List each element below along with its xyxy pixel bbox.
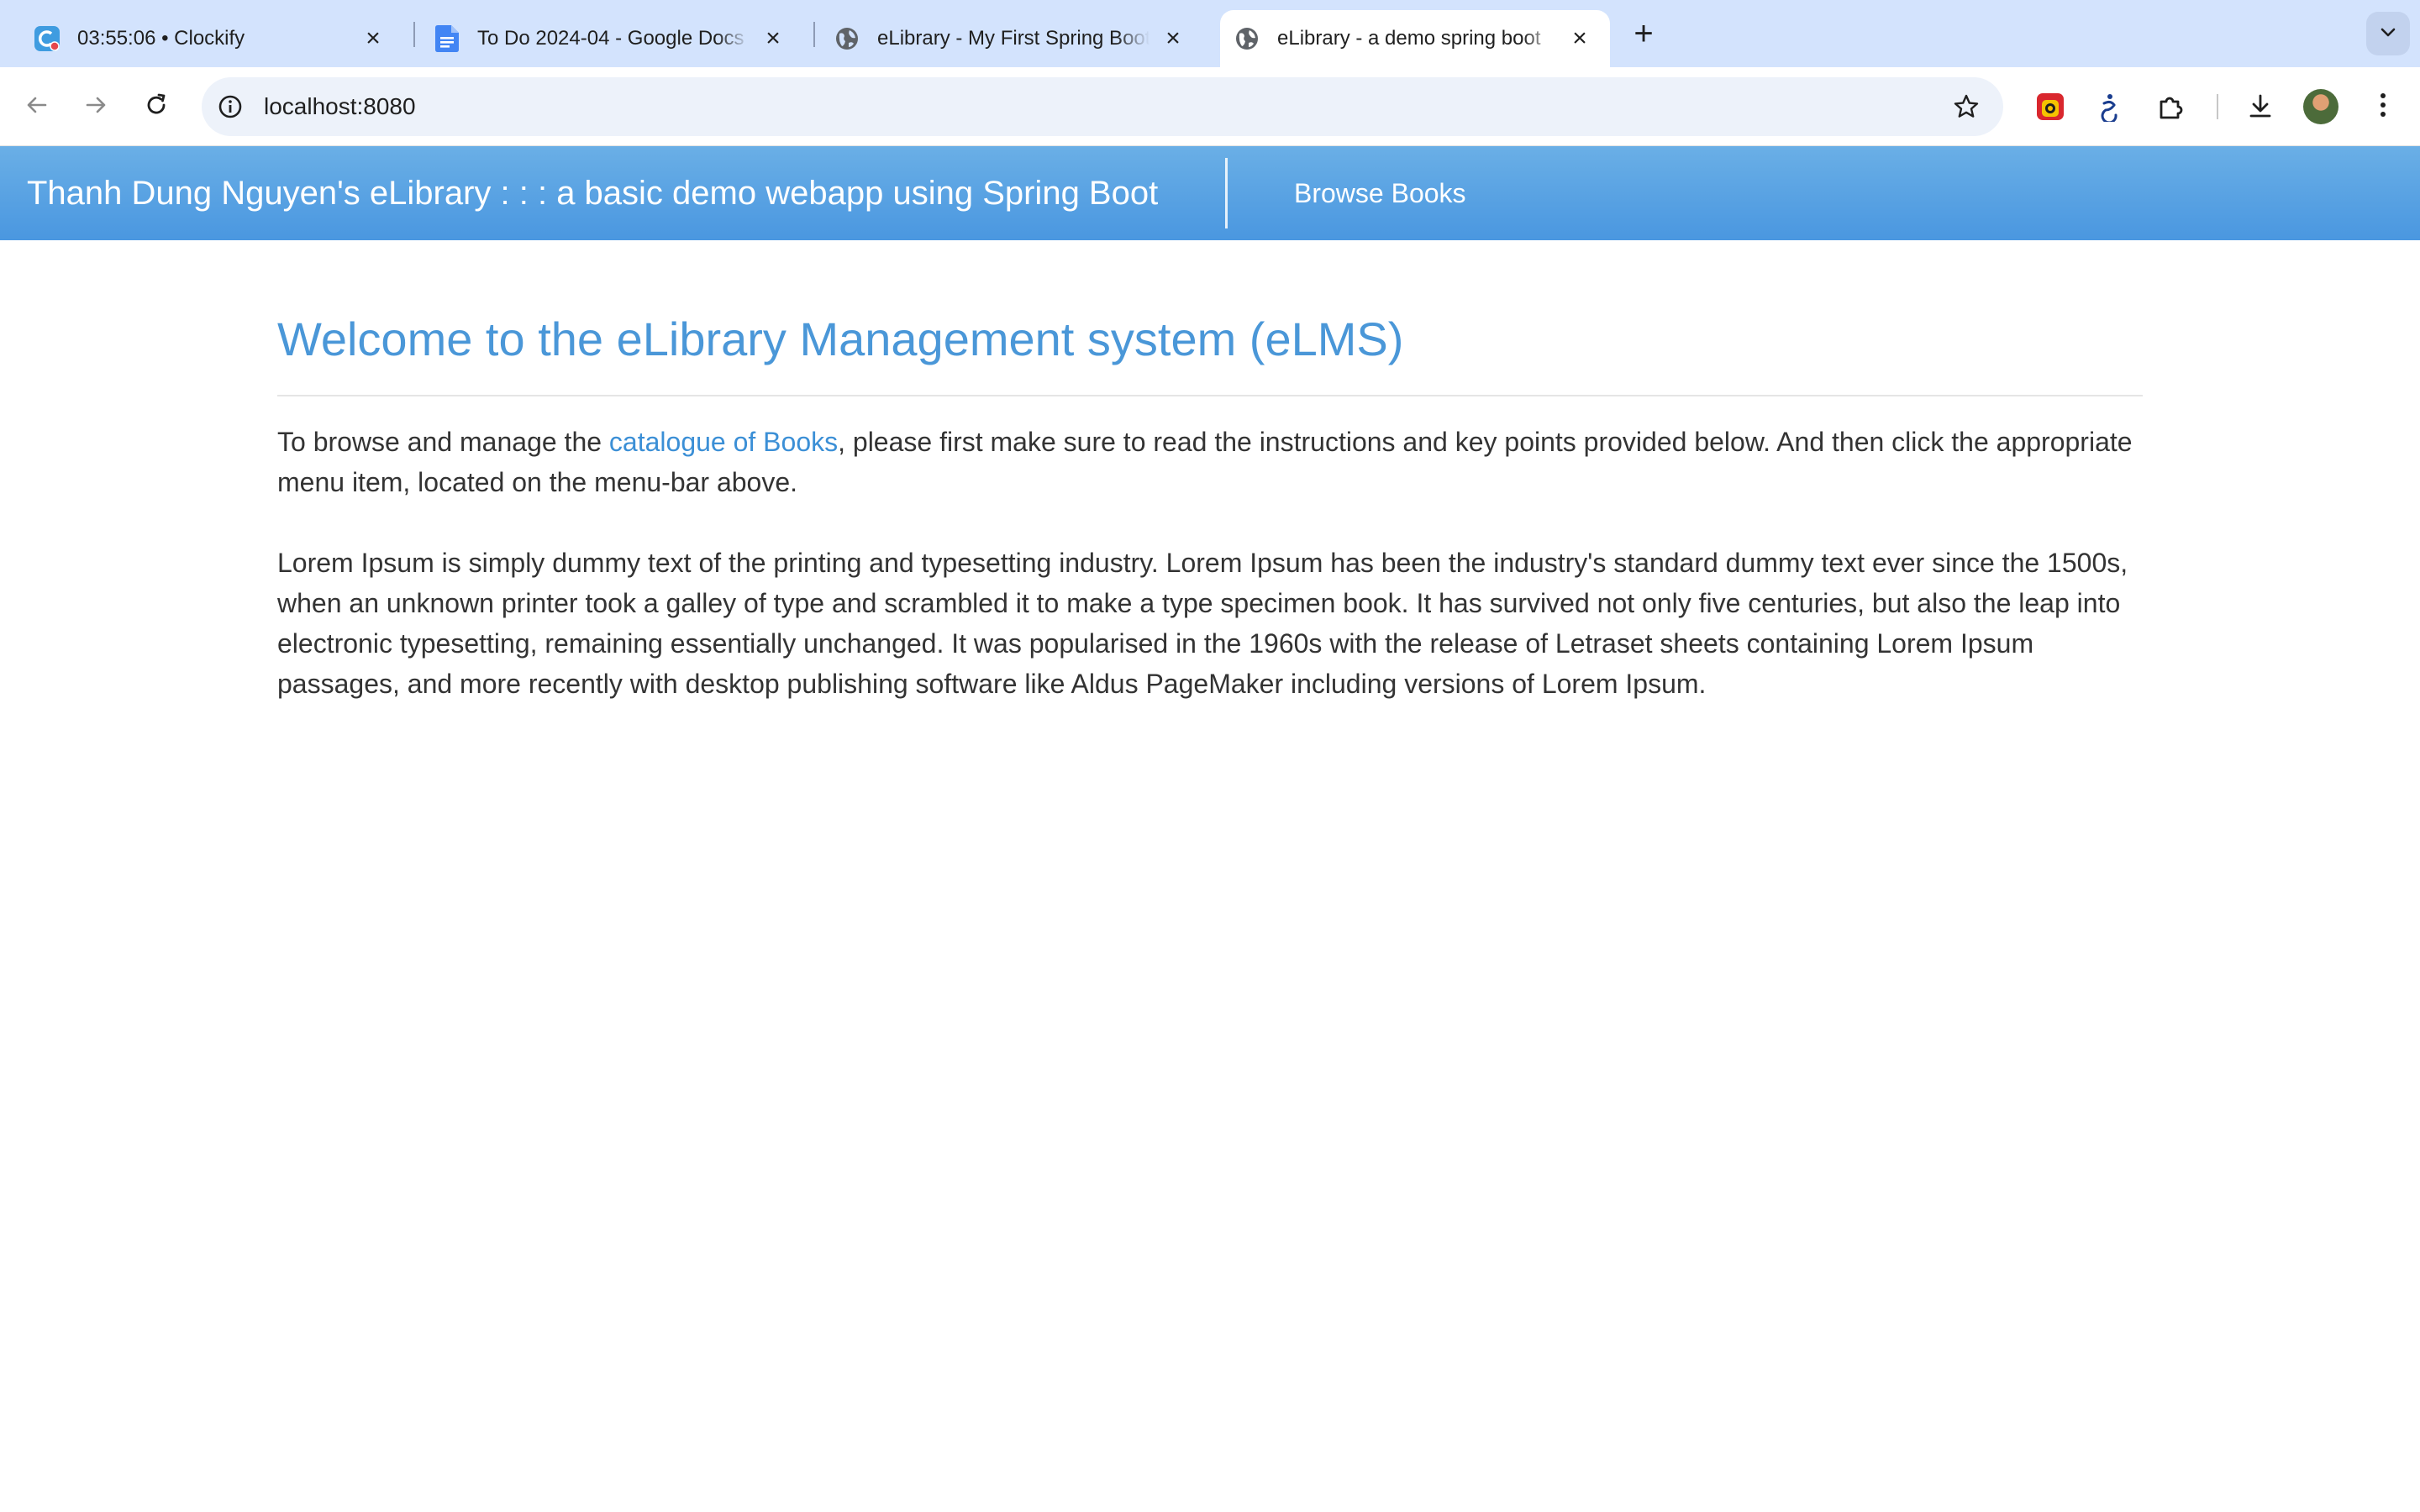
back-button[interactable] bbox=[15, 85, 59, 129]
app-brand[interactable]: Thanh Dung Nguyen's eLibrary : : : a bas… bbox=[27, 146, 1158, 240]
tab-elibrary-first[interactable]: eLibrary - My First Spring Boot × bbox=[820, 10, 1203, 67]
google-docs-icon bbox=[434, 25, 460, 52]
new-tab-button[interactable]: + bbox=[1627, 17, 1660, 50]
main-content: Welcome to the eLibrary Management syste… bbox=[277, 240, 2143, 704]
heading-divider bbox=[277, 395, 2143, 396]
tab-separator bbox=[813, 22, 815, 47]
profile-avatar[interactable] bbox=[2301, 87, 2341, 127]
kebab-menu-icon bbox=[2378, 90, 2388, 124]
lorem-paragraph: Lorem Ipsum is simply dummy text of the … bbox=[277, 548, 2128, 699]
reload-button[interactable] bbox=[134, 85, 178, 129]
close-tab-icon[interactable]: × bbox=[1566, 25, 1593, 52]
browser-toolbar: localhost:8080 bbox=[0, 67, 2420, 146]
site-info-icon[interactable] bbox=[215, 92, 245, 122]
download-icon[interactable] bbox=[2240, 87, 2281, 127]
close-tab-icon[interactable]: × bbox=[1160, 25, 1186, 52]
navbar-divider bbox=[1225, 158, 1228, 228]
intro-paragraph: To browse and manage the catalogue of Bo… bbox=[277, 422, 2143, 502]
address-bar[interactable]: localhost:8080 bbox=[202, 77, 2003, 136]
bookmark-star-icon[interactable] bbox=[1951, 92, 1981, 122]
tab-separator bbox=[413, 22, 415, 47]
app-navbar: Thanh Dung Nguyen's eLibrary : : : a bas… bbox=[0, 146, 2420, 240]
tab-google-docs[interactable]: To Do 2024-04 - Google Docs × bbox=[420, 10, 803, 67]
tab-title: eLibrary - My First Spring Boot bbox=[877, 27, 1150, 50]
browser-menu-button[interactable] bbox=[2363, 87, 2403, 127]
reload-icon bbox=[144, 92, 169, 122]
close-tab-icon[interactable]: × bbox=[360, 25, 387, 52]
forward-button[interactable] bbox=[74, 85, 118, 129]
intro-text-before: To browse and manage the bbox=[277, 427, 609, 457]
chevron-down-icon bbox=[2378, 22, 2398, 46]
toolbar-separator bbox=[2217, 94, 2218, 119]
extension-clockify-icon[interactable] bbox=[2030, 87, 2070, 127]
arrow-right-icon bbox=[83, 92, 108, 122]
tab-search-button[interactable] bbox=[2366, 12, 2410, 55]
catalogue-link[interactable]: catalogue of Books bbox=[609, 427, 838, 457]
avatar bbox=[2303, 89, 2338, 124]
close-tab-icon[interactable]: × bbox=[760, 25, 786, 52]
tab-title: 03:55:06 • Clockify bbox=[77, 27, 245, 50]
nav-browse-books[interactable]: Browse Books bbox=[1294, 146, 1466, 240]
extensions-puzzle-icon[interactable] bbox=[2151, 87, 2191, 127]
clockify-icon bbox=[34, 25, 60, 52]
extension-accessibility-icon[interactable] bbox=[2089, 87, 2129, 127]
tab-title: eLibrary - a demo spring boot bbox=[1277, 27, 1541, 50]
tab-elibrary-demo-active[interactable]: eLibrary - a demo spring boot × bbox=[1220, 10, 1610, 67]
globe-icon bbox=[834, 25, 860, 52]
url-text: localhost:8080 bbox=[264, 93, 416, 119]
page-title: Welcome to the eLibrary Management syste… bbox=[277, 312, 1404, 365]
browser-tab-strip: 03:55:06 • Clockify × To Do 2024-04 - Go… bbox=[0, 0, 2420, 67]
tab-title: To Do 2024-04 - Google Docs bbox=[477, 27, 744, 50]
tab-clockify[interactable]: 03:55:06 • Clockify × bbox=[20, 10, 403, 67]
globe-icon bbox=[1234, 25, 1260, 52]
arrow-left-icon bbox=[24, 92, 50, 122]
